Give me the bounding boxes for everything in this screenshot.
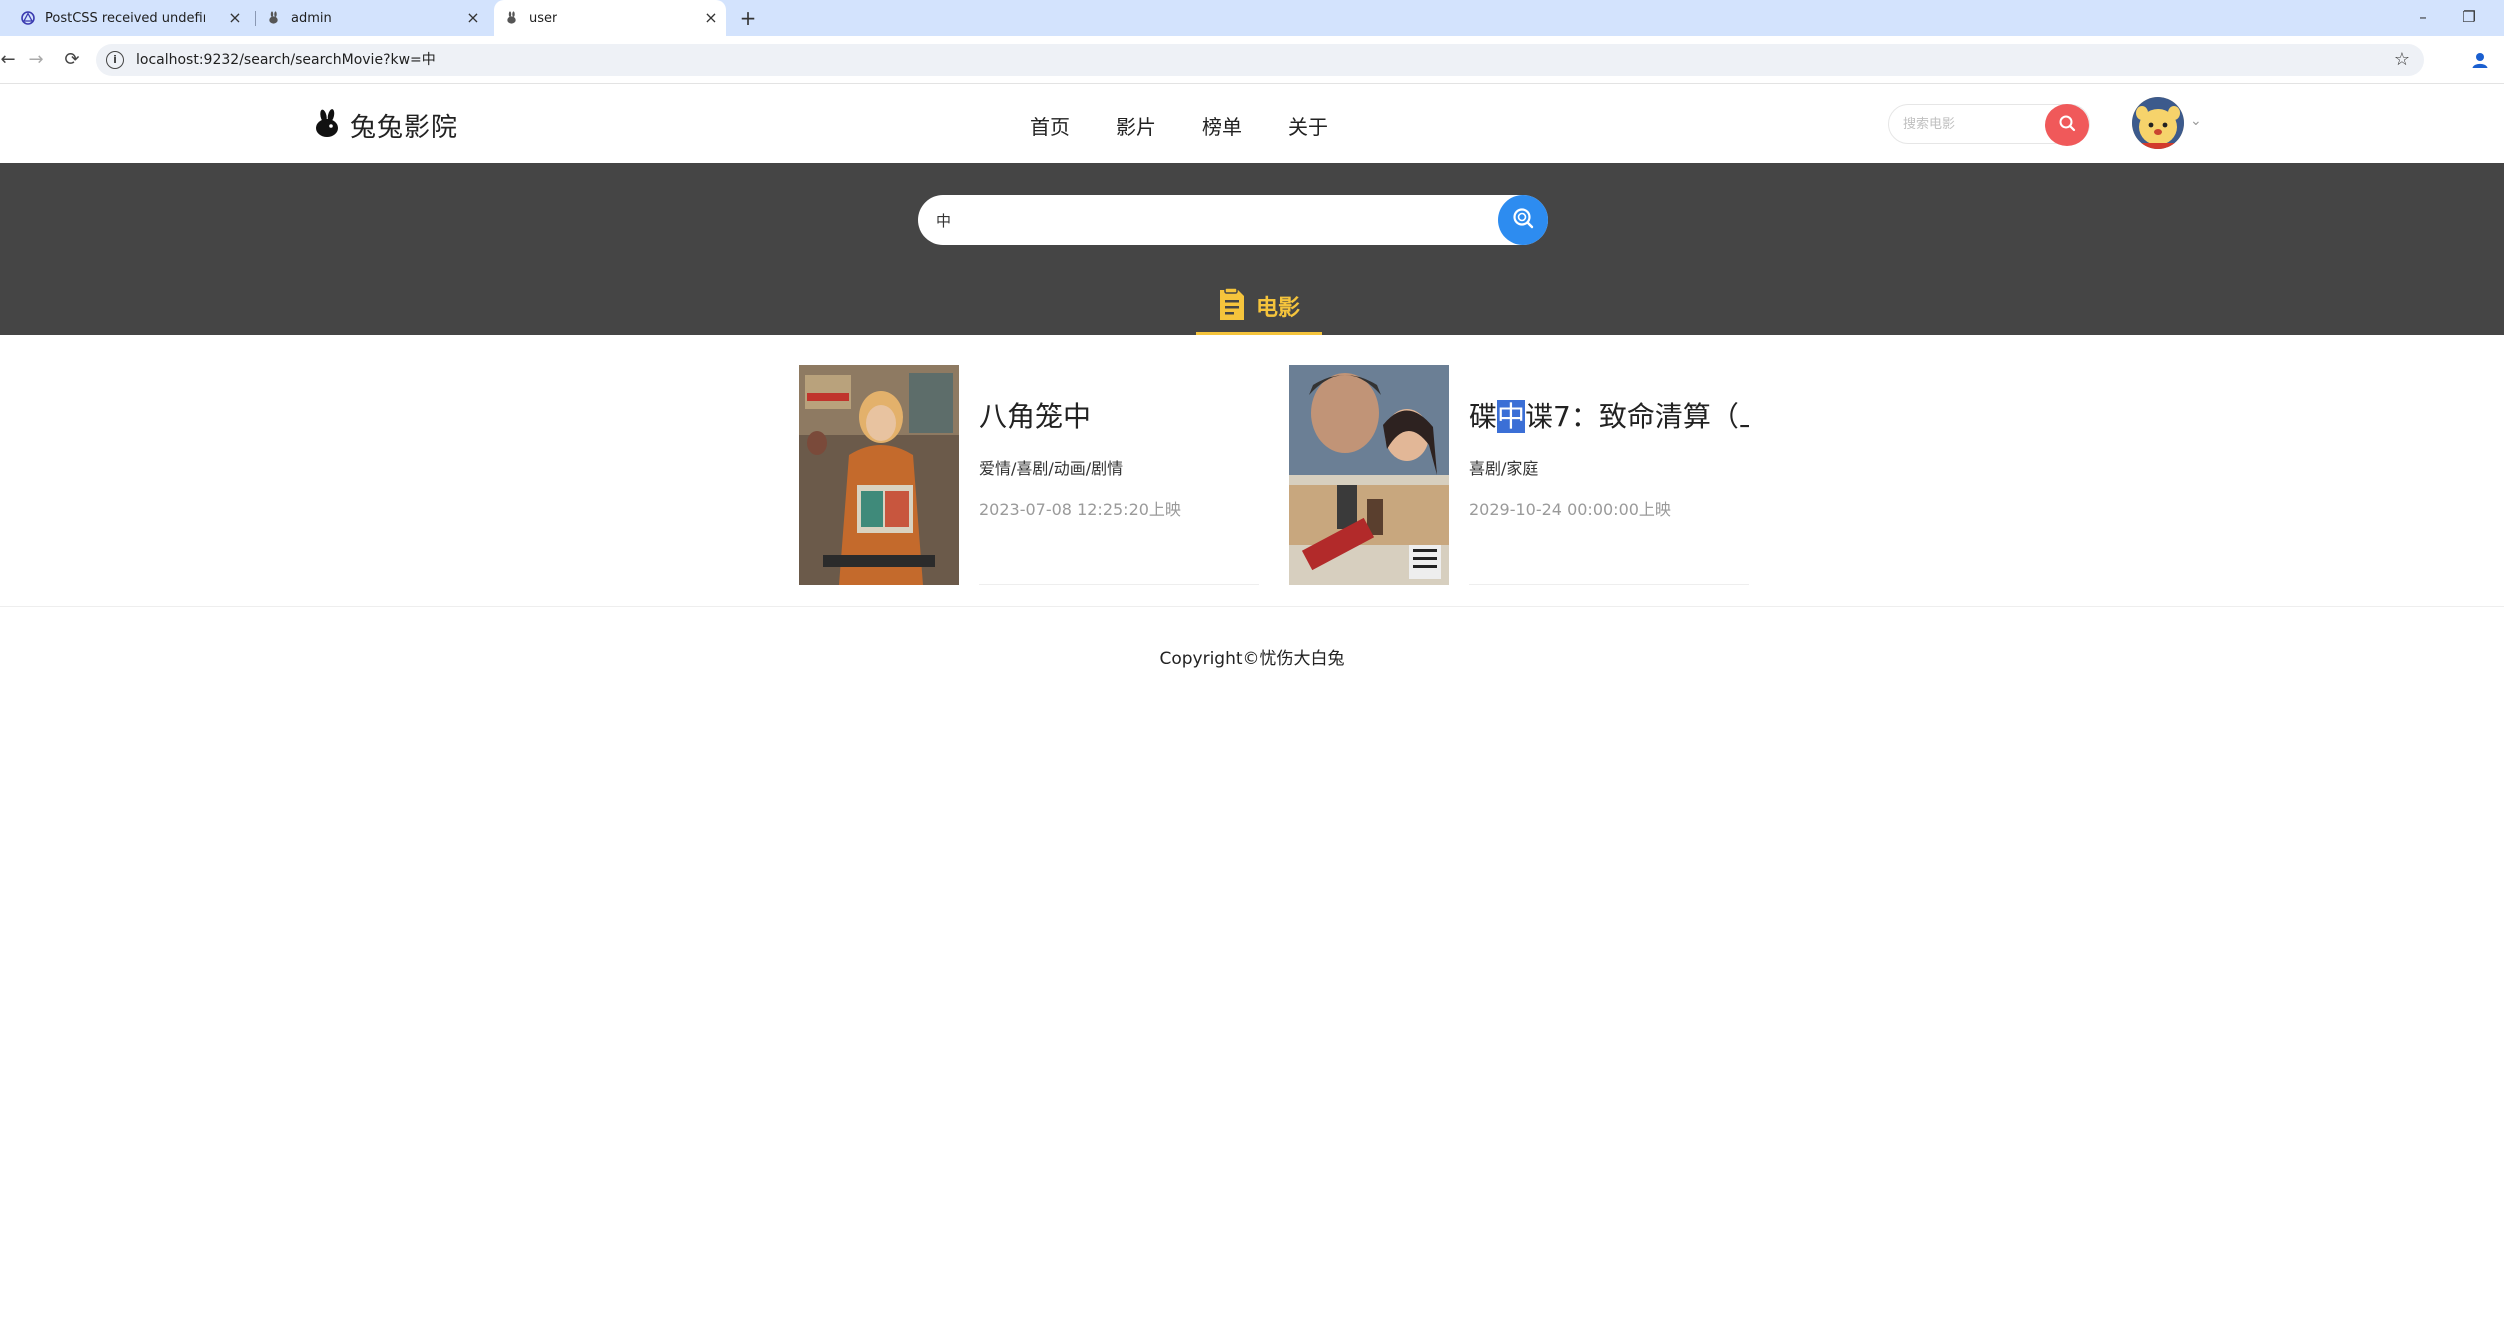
- search-icon: [2058, 114, 2076, 136]
- rabbit-logo-icon: [312, 108, 342, 143]
- user-avatar[interactable]: [2132, 97, 2184, 149]
- search-icon: [1511, 206, 1535, 234]
- header-search: [1888, 104, 2090, 146]
- postcss-icon: [20, 10, 36, 26]
- movie-genres: 爱情/喜剧/动画/剧情: [979, 459, 1124, 478]
- header-search-button[interactable]: [2045, 104, 2089, 146]
- tab-admin[interactable]: admin ×: [266, 0, 488, 36]
- movie-poster-image[interactable]: [1289, 365, 1449, 585]
- url-text[interactable]: localhost:9232/search/searchMovie?kw=中: [136, 44, 436, 76]
- minimize-icon[interactable]: –: [2408, 6, 2438, 28]
- movie-genres: 喜剧/家庭: [1469, 459, 1539, 478]
- tab-title: admin: [291, 10, 332, 26]
- chevron-down-icon[interactable]: ⌄: [2190, 113, 2202, 129]
- footer-divider: [0, 606, 2504, 607]
- tab-separator: [255, 11, 256, 26]
- site-footer: Copyright©忧伤大白兔: [1159, 649, 1345, 669]
- main-nav: 首页 影片 榜单 关于: [1030, 111, 1374, 140]
- address-bar[interactable]: i localhost:9232/search/searchMovie?kw=中…: [96, 44, 2424, 76]
- movie-info: 碟中谍7：致命清算（上） 喜剧/家庭 2029-10-24 00:00:00上映: [1469, 365, 1749, 585]
- category-tab-movies[interactable]: 电影: [1196, 279, 1322, 335]
- nav-item-movies[interactable]: 影片: [1116, 111, 1156, 140]
- nav-item-rankings[interactable]: 榜单: [1202, 111, 1242, 140]
- movie-release-date: 2023-07-08 12:25:20上映: [979, 500, 1181, 519]
- close-tab-icon[interactable]: ×: [226, 9, 244, 27]
- site-header: 兔兔影院 首页 影片 榜单 关于 ⌄: [0, 85, 2504, 163]
- tab-postcss[interactable]: PostCSS received undefined ×: [20, 0, 250, 36]
- browser-toolbar: ← → ⟳ i localhost:9232/search/searchMovi…: [0, 36, 2504, 84]
- nav-item-home[interactable]: 首页: [1030, 111, 1070, 140]
- main-search-input[interactable]: [936, 195, 1496, 245]
- tab-user[interactable]: user ×: [494, 0, 726, 36]
- tab-title: PostCSS received undefined: [45, 10, 205, 26]
- tab-title: user: [529, 10, 558, 26]
- rabbit-icon: [266, 10, 282, 26]
- close-tab-icon[interactable]: ×: [702, 9, 720, 27]
- site-name: 兔兔影院: [350, 113, 459, 143]
- keyword-highlight: 中: [1497, 400, 1526, 433]
- browser-tabbar: PostCSS received undefined × admin × use…: [0, 0, 2504, 36]
- category-label: 电影: [1255, 295, 1300, 321]
- rabbit-icon: [504, 10, 520, 26]
- profile-icon[interactable]: [2468, 48, 2492, 72]
- movie-title[interactable]: 八角笼中: [979, 395, 1259, 435]
- search-banner: 电影: [0, 163, 2504, 335]
- document-icon: [1218, 286, 1246, 326]
- movie-release-date: 2029-10-24 00:00:00上映: [1469, 500, 1671, 519]
- back-icon[interactable]: ←: [0, 48, 20, 72]
- forward-icon[interactable]: →: [24, 48, 48, 72]
- site-logo[interactable]: 兔兔影院: [312, 107, 458, 144]
- movie-title[interactable]: 碟中谍7：致命清算（上）: [1469, 395, 1749, 435]
- header-search-input[interactable]: [1903, 105, 2043, 143]
- main-search-box: [918, 195, 1548, 245]
- close-tab-icon[interactable]: ×: [464, 9, 482, 27]
- nav-item-about[interactable]: 关于: [1288, 111, 1328, 140]
- movie-card[interactable]: 碟中谍7：致命清算（上） 喜剧/家庭 2029-10-24 00:00:00上映: [1289, 365, 1765, 585]
- movie-card[interactable]: 八角笼中 爱情/喜剧/动画/剧情 2023-07-08 12:25:20上映: [799, 365, 1275, 585]
- site-info-icon[interactable]: i: [106, 51, 124, 69]
- movie-info: 八角笼中 爱情/喜剧/动画/剧情 2023-07-08 12:25:20上映: [979, 365, 1259, 585]
- main-search-button[interactable]: [1498, 195, 1548, 245]
- movie-poster-image[interactable]: [799, 365, 959, 585]
- bookmark-star-icon[interactable]: ☆: [2390, 48, 2414, 72]
- new-tab-icon[interactable]: +: [736, 6, 760, 30]
- restore-icon[interactable]: ❐: [2454, 6, 2484, 28]
- reload-icon[interactable]: ⟳: [60, 48, 84, 72]
